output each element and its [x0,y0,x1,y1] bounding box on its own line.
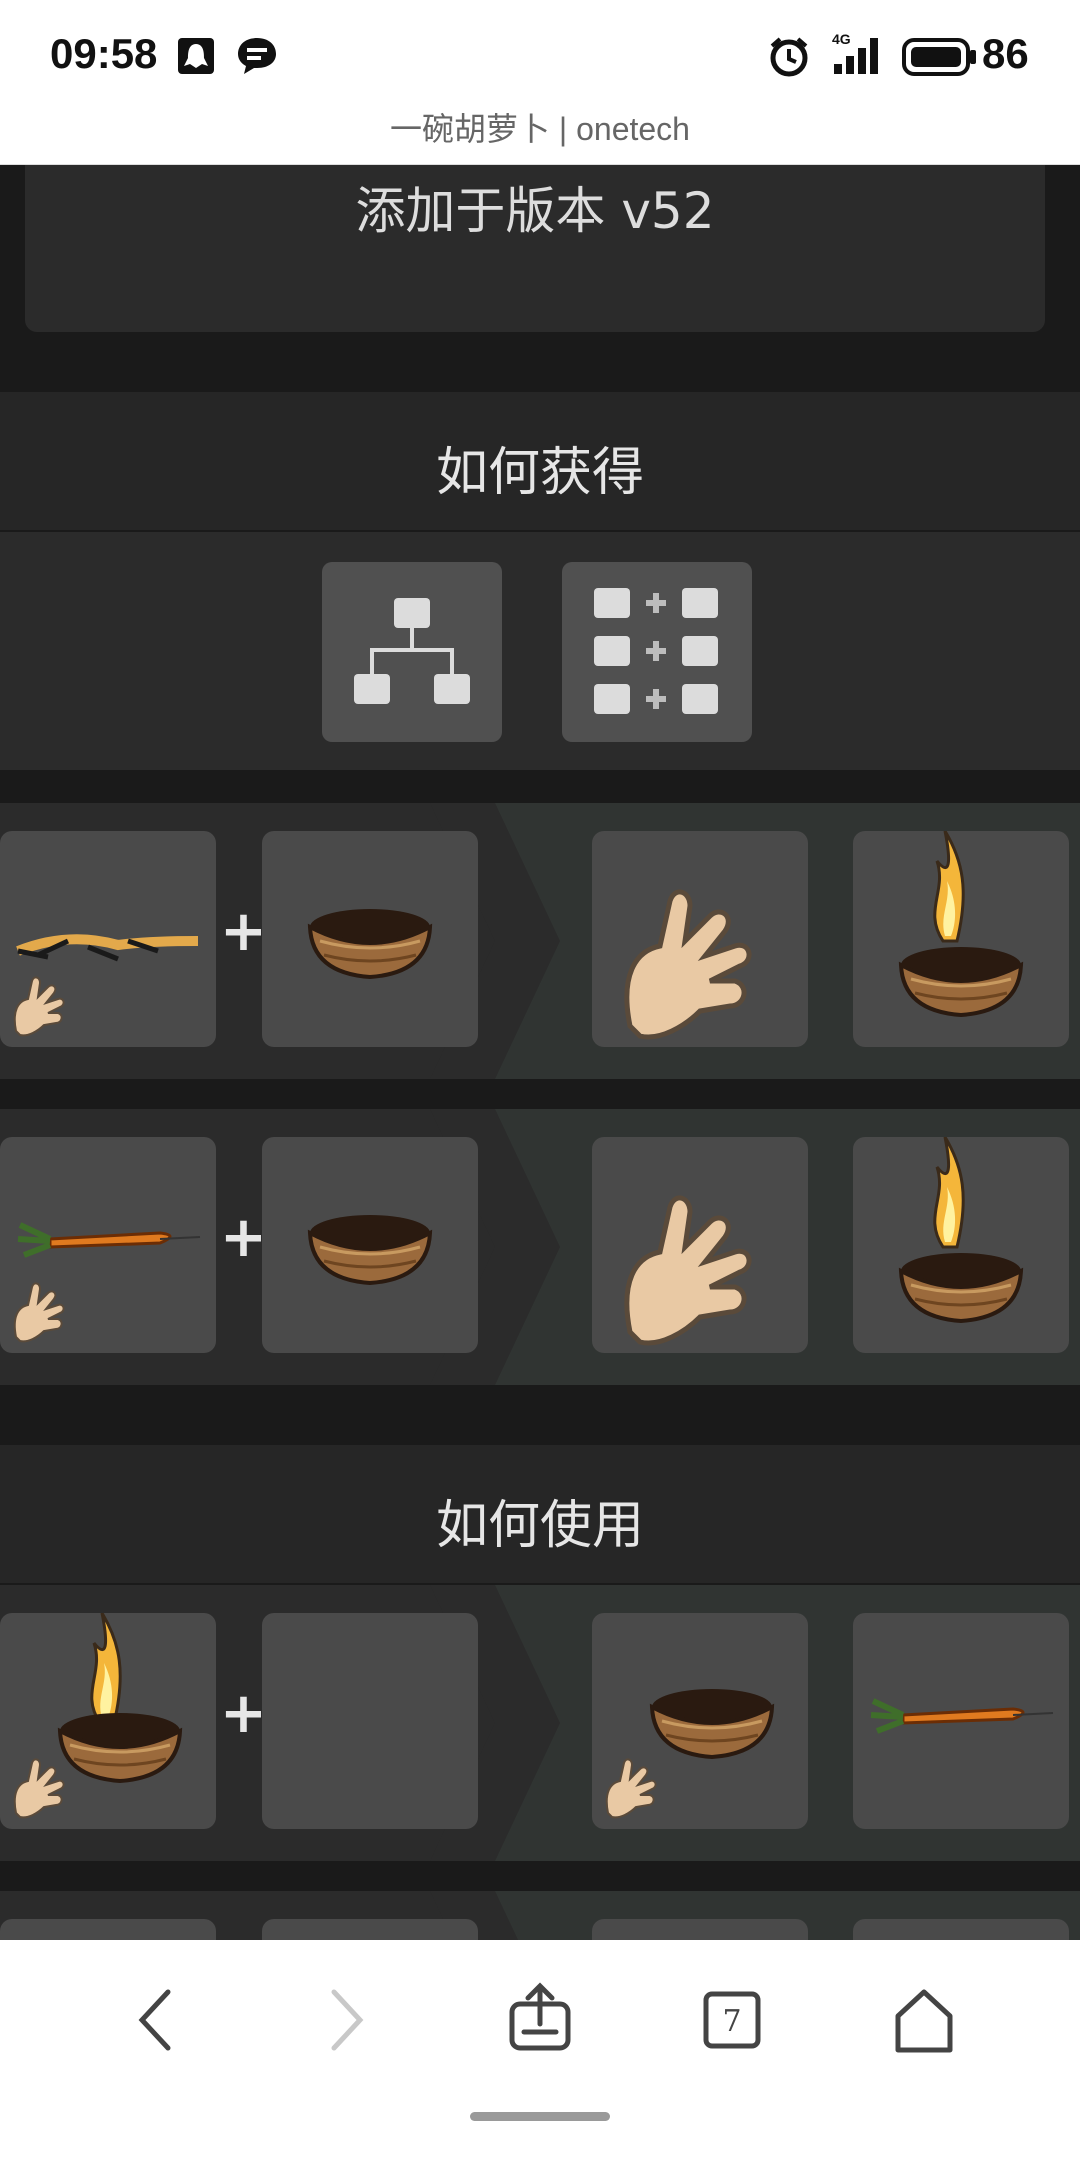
carrot-icon [853,1613,1069,1829]
back-button[interactable] [106,1970,206,2070]
page-title[interactable]: 一碗胡萝卜 | onetech [0,104,1080,150]
recipe-target-slot[interactable] [262,831,478,1047]
share-button[interactable] [490,1970,590,2070]
tab-count: 7 [722,2004,741,2039]
network-type: 4G [832,31,851,47]
share-icon [509,1982,571,2051]
home-icon [895,1989,953,2053]
recipe-target-slot-empty[interactable] [262,1613,478,1829]
forward-icon [331,1989,364,2051]
signal-icon: 4G [830,30,886,82]
recipe-actor-slot[interactable] [0,1137,216,1353]
recipe-actor-slot[interactable] [0,1919,216,1940]
tree-view-button[interactable] [322,562,502,742]
how-to-get-title: 如何获得 [435,443,644,503]
browser-bottom-nav: 7 [0,1940,1080,2160]
tabs-icon: 7 [703,1991,761,2049]
qq-icon [176,36,216,80]
result-actor-slot[interactable] [592,1137,808,1353]
bowl-icon [308,907,432,979]
burning-bowl-icon [899,1137,1023,1323]
browser-title-bar: 一碗胡萝卜 | onetech [0,100,1080,165]
status-time: 09:58 [50,30,158,77]
tabs-button[interactable]: 7 [682,1970,782,2070]
empty-hand-icon [592,1137,808,1353]
burning-bowl-in-hand-icon [13,1613,182,1819]
result-target-slot[interactable] [853,1613,1069,1829]
version-text: 添加于版本 v52 [355,182,715,240]
recipe-row: + [0,1585,1080,1861]
result-actor-slot[interactable] [592,1919,808,1940]
how-to-get-header: 如何获得 [0,392,1080,530]
carrot-in-hand-icon [13,1137,216,1343]
how-to-use-title: 如何使用 [435,1496,644,1556]
plus-sign: + [220,1681,267,1746]
forward-button[interactable] [296,1970,396,2070]
home-indicator[interactable] [470,2112,610,2121]
status-bar: 09:58 4G 86 [0,0,1080,112]
recipe-actor-slot[interactable] [0,1613,216,1829]
recipe-target-slot[interactable] [262,1919,478,1940]
empty-hand-icon [592,831,808,1047]
recipe-grid-button[interactable] [562,562,752,742]
bowl-in-hand-icon [605,1687,774,1819]
roasted-root-in-hand-icon [0,831,216,1037]
result-target-slot[interactable] [853,1137,1069,1353]
result-target-slot[interactable] [853,1919,1069,1940]
message-icon [236,36,278,80]
plus-sign: + [220,1205,267,1270]
recipe-actor-slot[interactable] [0,831,216,1047]
battery-level: 86 [982,30,1029,77]
recipe-grid-icon [594,588,718,714]
result-target-slot[interactable] [853,831,1069,1047]
battery-icon [902,38,978,80]
recipe-target-slot[interactable] [262,1137,478,1353]
view-mode-row [0,532,1080,770]
bowl-icon [308,1213,432,1285]
recipe-row [0,1891,1080,1940]
main-content: 添加于版本 v52 如何获得 + + 如何使用 + [0,165,1080,1940]
home-button[interactable] [874,1970,974,2070]
plus-sign: + [220,899,267,964]
alarm-icon [768,36,810,82]
how-to-use-header: 如何使用 [0,1445,1080,1583]
result-actor-slot[interactable] [592,831,808,1047]
burning-bowl-icon [899,831,1023,1017]
recipe-row: + [0,1109,1080,1385]
back-icon [138,1989,171,2051]
tree-view-icon [354,598,470,704]
recipe-row: + [0,803,1080,1079]
version-panel: 添加于版本 v52 [25,165,1045,332]
result-actor-slot[interactable] [592,1613,808,1829]
